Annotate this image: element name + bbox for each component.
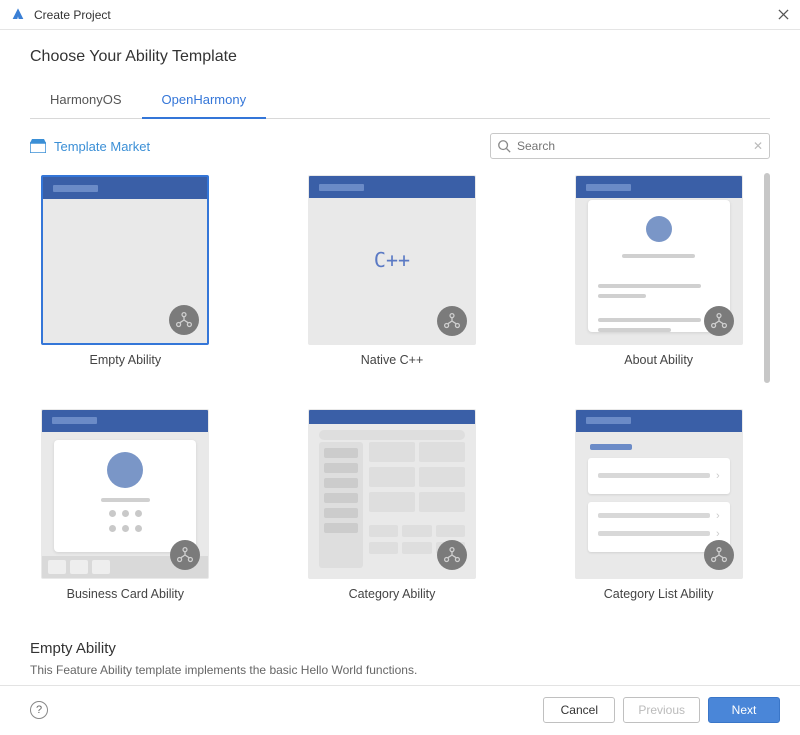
app-logo-icon — [10, 7, 26, 23]
template-market-label: Template Market — [54, 139, 150, 154]
search-field[interactable]: ✕ — [490, 133, 770, 159]
description-text: This Feature Ability template implements… — [30, 663, 770, 677]
scrollbar[interactable] — [764, 173, 770, 626]
description-panel: Empty Ability This Feature Ability templ… — [30, 626, 770, 685]
previous-button[interactable]: Previous — [623, 697, 700, 723]
tab-bar: HarmonyOS OpenHarmony — [30, 84, 770, 119]
tab-harmonyos[interactable]: HarmonyOS — [30, 84, 142, 119]
template-label: Business Card Ability — [67, 587, 184, 601]
close-icon[interactable] — [774, 6, 792, 24]
template-native-cpp[interactable]: C++ Native C++ — [299, 175, 486, 381]
template-label: Empty Ability — [90, 353, 162, 367]
search-icon — [497, 139, 511, 153]
help-icon[interactable]: ? — [30, 701, 48, 719]
footer: ? Cancel Previous Next — [0, 685, 800, 733]
template-market-link[interactable]: Template Market — [30, 139, 150, 154]
template-business-card[interactable]: Business Card Ability — [32, 409, 219, 615]
template-empty-ability[interactable]: Empty Ability — [32, 175, 219, 381]
scrollbar-thumb[interactable] — [764, 173, 770, 383]
page-title: Choose Your Ability Template — [30, 48, 770, 66]
harmony-badge-icon — [437, 306, 467, 336]
template-about-ability[interactable]: About Ability — [565, 175, 752, 381]
titlebar: Create Project — [0, 0, 800, 30]
template-category-list[interactable]: › › › Category List Ability — [565, 409, 752, 615]
harmony-badge-icon — [169, 305, 199, 335]
next-button[interactable]: Next — [708, 697, 780, 723]
tab-openharmony[interactable]: OpenHarmony — [142, 84, 267, 119]
template-label: Native C++ — [361, 353, 424, 367]
templates-grid: Empty Ability C++ Native C++ — [30, 173, 754, 626]
harmony-badge-icon — [704, 540, 734, 570]
window-title: Create Project — [34, 8, 774, 22]
harmony-badge-icon — [437, 540, 467, 570]
template-label: About Ability — [624, 353, 693, 367]
template-label: Category Ability — [349, 587, 436, 601]
market-icon — [30, 139, 46, 153]
cpp-glyph: C++ — [374, 248, 410, 272]
harmony-badge-icon — [170, 540, 200, 570]
harmony-badge-icon — [704, 306, 734, 336]
clear-search-icon[interactable]: ✕ — [753, 139, 763, 153]
template-label: Category List Ability — [604, 587, 714, 601]
template-category-ability[interactable]: Category Ability — [299, 409, 486, 615]
search-input[interactable] — [517, 139, 753, 153]
cancel-button[interactable]: Cancel — [543, 697, 615, 723]
description-title: Empty Ability — [30, 640, 770, 657]
